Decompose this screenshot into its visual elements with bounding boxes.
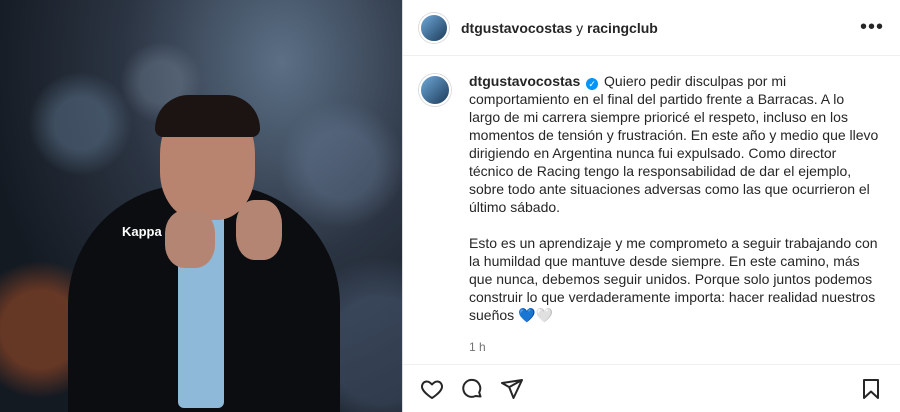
- author-username[interactable]: dtgustavocostas: [461, 20, 572, 36]
- coach-hand-left: [165, 210, 215, 268]
- author-avatar[interactable]: [419, 12, 449, 43]
- caption: dtgustavocostas ✓ Quiero pedir disculpas…: [469, 72, 879, 364]
- heart-icon[interactable]: [419, 376, 445, 402]
- instagram-post: Kappa dtgustavocostas y racingclub ••• d…: [0, 0, 900, 412]
- coach-hand-right: [236, 200, 282, 260]
- jacket-logo: Kappa: [122, 224, 162, 239]
- more-options-icon[interactable]: •••: [860, 16, 884, 39]
- coach-hair: [155, 95, 260, 137]
- caption-username[interactable]: dtgustavocostas: [469, 73, 580, 89]
- send-icon[interactable]: [499, 376, 525, 402]
- post-caption-area: dtgustavocostas ✓ Quiero pedir disculpas…: [403, 56, 900, 364]
- verified-badge-icon: ✓: [586, 78, 599, 90]
- caption-author-avatar[interactable]: [419, 74, 451, 106]
- caption-paragraph-2: Esto es un aprendizaje y me comprometo a…: [469, 235, 878, 323]
- comment-icon[interactable]: [459, 376, 485, 402]
- post-header: dtgustavocostas y racingclub •••: [403, 0, 900, 56]
- caption-text-1: Quiero pedir disculpas por mi comportami…: [469, 73, 879, 215]
- collab-username[interactable]: racingclub: [587, 20, 658, 36]
- post-photo[interactable]: Kappa: [0, 0, 402, 412]
- post-authors: dtgustavocostas y racingclub: [461, 20, 658, 36]
- caption-paragraph-1: dtgustavocostas ✓ Quiero pedir disculpas…: [469, 72, 879, 216]
- post-timestamp[interactable]: 1 h: [469, 338, 879, 356]
- post-side-panel: dtgustavocostas y racingclub ••• dtgusta…: [402, 0, 900, 412]
- authors-joiner: y: [576, 19, 584, 36]
- post-actions-bar: [403, 364, 900, 412]
- bookmark-icon[interactable]: [858, 376, 884, 402]
